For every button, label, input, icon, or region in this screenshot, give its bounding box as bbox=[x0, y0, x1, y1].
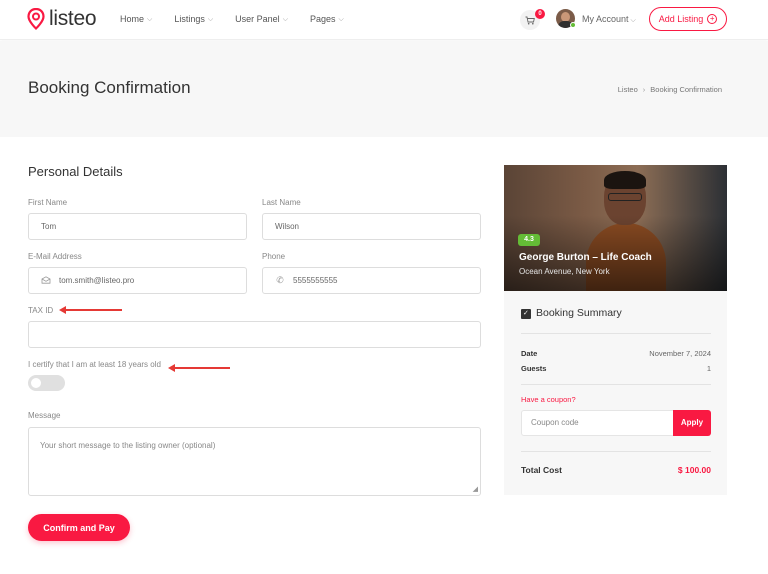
nav-item-user-panel[interactable]: User Panel ⌵ bbox=[235, 14, 288, 25]
nav-item-pages[interactable]: Pages ⌵ bbox=[310, 14, 344, 25]
breadcrumb-current: Booking Confirmation bbox=[650, 85, 722, 94]
breadcrumb: Listeo › Booking Confirmation bbox=[618, 85, 722, 94]
resize-grip-icon[interactable]: ◢ bbox=[473, 485, 478, 493]
booking-summary-heading: Booking Summary bbox=[521, 307, 622, 320]
title-bar: Booking Confirmation Listeo › Booking Conf… bbox=[0, 41, 768, 137]
logo-text: listeo bbox=[49, 7, 97, 30]
divider bbox=[521, 384, 711, 385]
cart-count-badge: 0 bbox=[535, 9, 545, 19]
message-placeholder: Your short message to the listing owner … bbox=[40, 441, 216, 450]
nav-label: Listings bbox=[174, 14, 205, 24]
guests-label: Guests bbox=[521, 364, 547, 373]
add-listing-label: Add Listing bbox=[658, 14, 704, 24]
first-name-field[interactable]: Tom bbox=[28, 213, 247, 240]
first-name-value: Tom bbox=[41, 222, 57, 231]
page-title: Booking Confirmation bbox=[28, 78, 191, 97]
last-name-value: Wilson bbox=[275, 222, 300, 231]
chevron-down-icon: ⌵ bbox=[207, 16, 214, 23]
nav-label: Home bbox=[120, 14, 145, 24]
divider bbox=[521, 451, 711, 452]
tax-id-field[interactable] bbox=[28, 321, 481, 348]
site-header: listeo Home ⌵ Listings ⌵ User Panel ⌵ Pages… bbox=[0, 0, 768, 40]
my-account-menu[interactable]: My Account ⌵ bbox=[582, 14, 636, 26]
annotation-arrow-icon bbox=[59, 306, 122, 314]
divider bbox=[521, 333, 711, 334]
nav-label: Pages bbox=[310, 14, 336, 24]
apply-coupon-button[interactable]: Apply bbox=[673, 410, 711, 436]
date-label: Date bbox=[521, 349, 538, 358]
coupon-code-input[interactable]: Coupon code bbox=[521, 410, 674, 436]
account-label: My Account bbox=[582, 14, 629, 24]
chevron-down-icon: ⌵ bbox=[338, 16, 344, 23]
phone-label: Phone bbox=[262, 252, 286, 261]
nav-item-home[interactable]: Home ⌵ bbox=[120, 14, 152, 25]
booking-summary-title: Booking Summary bbox=[536, 307, 622, 319]
first-name-label: First Name bbox=[28, 198, 68, 207]
rating-badge: 4.3 bbox=[518, 234, 540, 246]
date-value: November 7, 2024 bbox=[649, 349, 711, 358]
phone-value: 5555555555 bbox=[293, 276, 338, 285]
nav-item-listings[interactable]: Listings ⌵ bbox=[174, 14, 213, 25]
email-label: E-Mail Address bbox=[28, 252, 82, 261]
phone-icon: ✆ bbox=[276, 275, 284, 285]
age-certify-toggle[interactable] bbox=[28, 375, 65, 391]
online-status-dot bbox=[570, 22, 576, 28]
chevron-down-icon: ⌵ bbox=[147, 16, 153, 23]
cart-icon bbox=[525, 16, 535, 24]
message-label: Message bbox=[28, 411, 61, 420]
toggle-knob bbox=[31, 378, 41, 388]
listing-title[interactable]: George Burton – Life Coach bbox=[519, 252, 652, 264]
personal-details-heading: Personal Details bbox=[28, 164, 123, 179]
phone-field[interactable]: ✆ 5555555555 bbox=[262, 267, 481, 294]
breadcrumb-separator-icon: › bbox=[642, 85, 646, 94]
nav-label: User Panel bbox=[235, 14, 280, 24]
have-coupon-link[interactable]: Have a coupon? bbox=[521, 395, 576, 405]
main-nav: Home ⌵ Listings ⌵ User Panel ⌵ Pages ⌵ bbox=[120, 14, 366, 25]
message-textarea[interactable]: Your short message to the listing owner … bbox=[28, 427, 481, 496]
map-pin-icon bbox=[27, 8, 45, 30]
total-cost-value: $ 100.00 bbox=[677, 465, 711, 475]
last-name-label: Last Name bbox=[262, 198, 301, 207]
listing-location: Ocean Avenue, New York bbox=[519, 267, 610, 276]
envelope-icon bbox=[41, 275, 51, 286]
guests-value: 1 bbox=[706, 364, 711, 373]
email-value: tom.smith@listeo.pro bbox=[59, 276, 135, 285]
age-certify-label: I certify that I am at least 18 years ol… bbox=[28, 360, 161, 369]
chevron-down-icon: ⌵ bbox=[282, 16, 288, 23]
breadcrumb-link-home[interactable]: Listeo bbox=[618, 85, 638, 94]
last-name-field[interactable]: Wilson bbox=[262, 213, 481, 240]
tax-id-label: TAX ID bbox=[28, 306, 54, 315]
annotation-arrow-icon bbox=[168, 364, 230, 372]
plus-circle-icon: + bbox=[707, 14, 718, 24]
email-field[interactable]: tom.smith@listeo.pro bbox=[28, 267, 247, 294]
add-listing-button[interactable]: Add Listing + bbox=[649, 7, 727, 31]
logo[interactable]: listeo bbox=[27, 7, 97, 30]
calendar-check-icon bbox=[521, 308, 531, 319]
total-cost-label: Total Cost bbox=[521, 465, 562, 475]
confirm-and-pay-button[interactable]: Confirm and Pay bbox=[28, 514, 130, 541]
chevron-down-icon: ⌵ bbox=[630, 17, 636, 24]
